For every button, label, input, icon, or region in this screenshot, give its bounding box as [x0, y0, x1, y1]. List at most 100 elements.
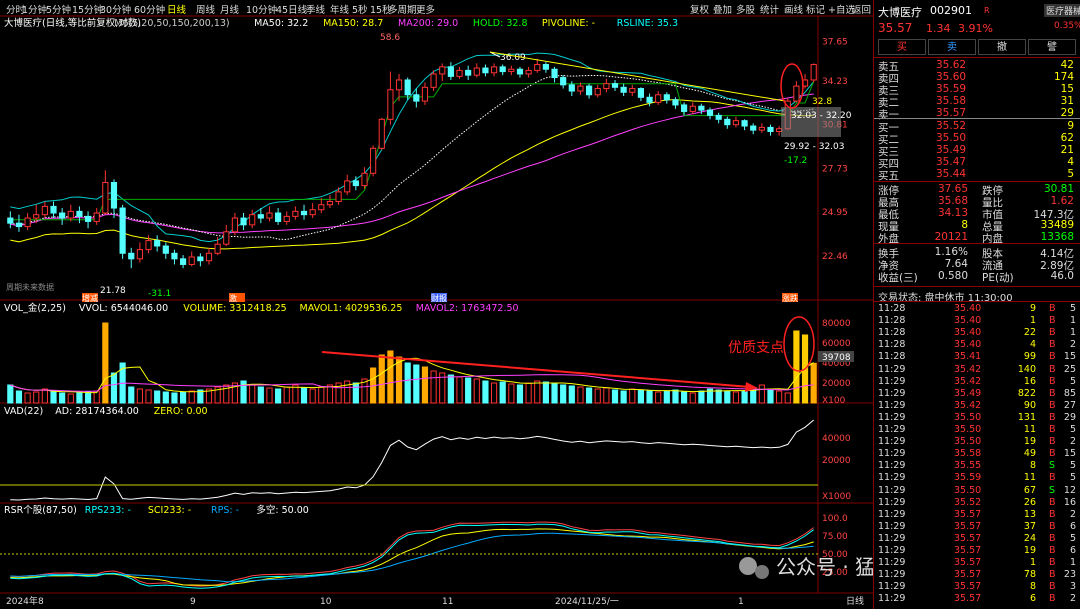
tick-row: 11:29 35.57 19 B 6 — [874, 545, 1080, 557]
stat2-row: 收益(三) 0.580 PE(动) 46.0 — [874, 270, 1080, 284]
tick-volume: 11 — [1023, 424, 1036, 435]
volume-bar — [378, 354, 385, 404]
candle-body — [197, 256, 204, 262]
vad-tick: X1000 — [822, 492, 851, 502]
tick-count: 5 — [1069, 375, 1076, 387]
trade-button-0[interactable]: 买 — [878, 39, 926, 55]
sector-tag[interactable]: 医疗器械 — [1044, 4, 1080, 17]
stat-row: 现量 8 总量 33489 — [874, 219, 1080, 233]
tick-time: 11:29 — [878, 593, 906, 605]
candle-body — [249, 214, 256, 226]
tick-side: B — [1049, 315, 1056, 327]
candle-body — [637, 88, 645, 98]
volume-bar — [793, 330, 800, 404]
candle-body — [41, 205, 48, 216]
candle-body — [603, 83, 610, 90]
tick-side: B — [1049, 436, 1056, 448]
trade-button-3[interactable]: 譬 — [1028, 39, 1076, 55]
candle-body — [508, 68, 515, 73]
candle-body — [214, 243, 221, 254]
rsline — [10, 52, 815, 243]
candle-body — [119, 207, 126, 254]
candle-body — [395, 79, 403, 91]
hold-line — [10, 81, 815, 221]
volume-bar — [352, 382, 359, 404]
tick-price: 35.42 — [954, 399, 982, 411]
candle-body — [456, 69, 463, 77]
tick-side: B — [1049, 375, 1056, 387]
tick-time: 11:28 — [878, 315, 906, 327]
sector-change: 0.35% — [1054, 21, 1080, 31]
tick-volume: 16 — [1023, 375, 1036, 387]
volume-bar — [672, 389, 679, 404]
tick-volume: 90 — [1023, 399, 1036, 411]
wechat-icon — [739, 557, 757, 575]
stat-row: 最低 34.13 市值 147.3亿 — [874, 207, 1080, 221]
ask-row: 卖四 35.60 174 — [874, 71, 1080, 85]
candle-body — [309, 209, 316, 216]
ask-row: 卖二 35.58 31 — [874, 95, 1080, 109]
chart-area[interactable]: 分时 1分钟 5分钟 15分钟 30分钟 60分钟 日线 周线 月线 10分钟 45日线 季线 年线 5秒… — [0, 0, 873, 609]
tick-time: 11:29 — [878, 399, 906, 411]
tick-volume: 11 — [1023, 472, 1036, 484]
candle-body — [76, 210, 83, 217]
candle-body — [568, 84, 575, 92]
tick-row: 11:28 35.40 9 B 5 — [874, 303, 1080, 315]
tick-time: 11:29 — [878, 411, 906, 423]
price-row: 35.57 1.34 3.91% 0.35% — [874, 21, 1080, 35]
volume-bar — [447, 374, 454, 404]
candle-body — [706, 109, 714, 116]
volume-bar — [724, 390, 731, 404]
tick-price: 35.59 — [954, 472, 982, 484]
tick-side: B — [1049, 387, 1056, 399]
tick-price: 35.50 — [954, 411, 982, 423]
bid-volume: 62 — [1060, 132, 1074, 144]
stock-code: 002901 — [930, 4, 972, 17]
candle-body — [326, 201, 334, 206]
volume-bar — [15, 390, 23, 404]
annotation-recent-low: -17.2 — [784, 156, 807, 166]
ask-volume: 15 — [1060, 83, 1074, 95]
candle-body — [430, 73, 437, 88]
candle-body — [240, 217, 247, 226]
trade-status: 交易状态: 盘中休市 11:30:00 — [878, 293, 1013, 304]
stat2-row: 换手 1.16% 股本 4.14亿 — [874, 246, 1080, 260]
tick-price: 35.57 — [954, 520, 982, 532]
candle-body — [732, 120, 740, 126]
vad-legend-1: AD: 28174364.00 — [55, 406, 139, 417]
vol-legend-4: MAVOL2: 1763472.50 — [416, 303, 519, 314]
volume-bar — [110, 372, 118, 404]
candle-body — [715, 114, 722, 120]
event-tag: 涨跌 — [782, 293, 798, 303]
trade-button-2[interactable]: 撤 — [978, 39, 1026, 55]
tick-row: 11:29 35.58 49 B 15 — [874, 448, 1080, 460]
tick-count: 2 — [1069, 593, 1076, 605]
tick-row: 11:29 35.49 822 B 85 — [874, 388, 1080, 400]
candle-body — [257, 214, 264, 219]
last-price: 35.57 — [878, 21, 913, 35]
tick-time: 11:29 — [878, 557, 906, 569]
bid-row: 买一 35.52 9 — [874, 120, 1080, 134]
volume-bar — [24, 392, 31, 404]
candle-body — [447, 66, 454, 77]
tick-count: 3 — [1069, 581, 1076, 593]
tick-time: 11:29 — [878, 460, 906, 472]
tick-time: 11:28 — [878, 339, 906, 351]
kline-chart[interactable]: 大博医疗(日线,等比前复权,对数)M6(5,20,50,150,200,13) M… — [0, 0, 873, 609]
tick-price: 35.50 — [954, 436, 982, 448]
ask-price: 35.60 — [936, 71, 967, 83]
volume-bar — [154, 390, 161, 404]
tick-price: 35.55 — [954, 460, 982, 472]
tick-row: 11:29 35.42 140 B 25 — [874, 364, 1080, 376]
tick-count: 1 — [1069, 327, 1076, 339]
price-tick: 34.23 — [822, 77, 848, 87]
tick-row: 11:29 35.59 11 B 5 — [874, 472, 1080, 484]
tick-side: B — [1049, 545, 1056, 556]
candle-body — [672, 99, 679, 106]
trade-button-1[interactable]: 卖 — [928, 39, 976, 55]
x-tick: 2024年 — [6, 595, 38, 607]
annotation-support: 优质支点 — [728, 340, 784, 356]
x-tick: 8 — [38, 597, 44, 607]
annotation-low: 21.78 — [100, 286, 126, 296]
candle-body — [689, 105, 696, 112]
